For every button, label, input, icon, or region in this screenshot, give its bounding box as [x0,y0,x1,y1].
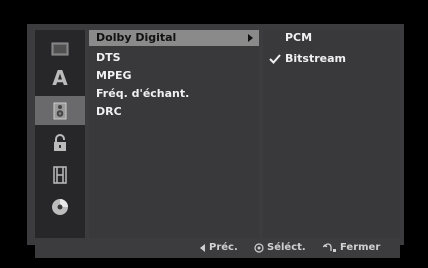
category-icon-column: A [35,30,85,238]
category-film[interactable] [35,160,85,189]
option-bitstream[interactable]: Bitstream [263,51,400,67]
film-icon [53,165,67,184]
category-audio[interactable] [35,96,85,125]
menu-item-label: DTS [96,51,121,64]
category-lock[interactable] [35,128,85,157]
menu-item-sample-frequency[interactable]: Fréq. d'échant. [89,86,259,102]
enter-button-icon [254,243,264,253]
dolby-digital-options: PCM Bitstream [263,30,400,238]
button-hint-bar: Préc. Séléct. Fermer [35,238,400,258]
category-language[interactable]: A [35,63,85,92]
checkmark-icon [269,54,281,64]
speaker-icon [53,102,67,119]
language-icon: A [52,65,68,90]
menu-item-dts[interactable]: DTS [89,50,259,66]
menu-item-label: MPEG [96,69,132,82]
menu-item-label: DRC [96,105,122,118]
hint-close: Fermer [323,238,380,258]
menu-item-label: Dolby Digital [96,31,177,44]
submenu-arrow-icon [248,34,253,42]
hint-previous: Préc. [200,238,238,258]
category-disc-menu[interactable] [35,34,85,63]
menu-item-drc[interactable]: DRC [89,104,259,120]
hint-select-label: Séléct. [267,242,306,253]
disc-menu-icon [51,42,69,55]
lock-icon [54,133,66,151]
left-arrow-icon [200,244,205,252]
option-pcm[interactable]: PCM [263,30,400,46]
disc-icon [52,198,68,215]
hint-previous-label: Préc. [209,242,238,253]
audio-settings-menu: Dolby Digital DTS MPEG Fréq. d'échant. D… [89,30,259,238]
hint-select: Séléct. [254,238,306,258]
category-disc[interactable] [35,192,85,221]
menu-item-label: Fréq. d'échant. [96,87,190,100]
menu-item-mpeg[interactable]: MPEG [89,68,259,84]
return-icon [323,243,336,252]
menu-item-dolby-digital[interactable]: Dolby Digital [89,30,259,46]
hint-close-label: Fermer [340,242,381,253]
option-label: Bitstream [285,52,346,65]
option-label: PCM [285,31,313,44]
